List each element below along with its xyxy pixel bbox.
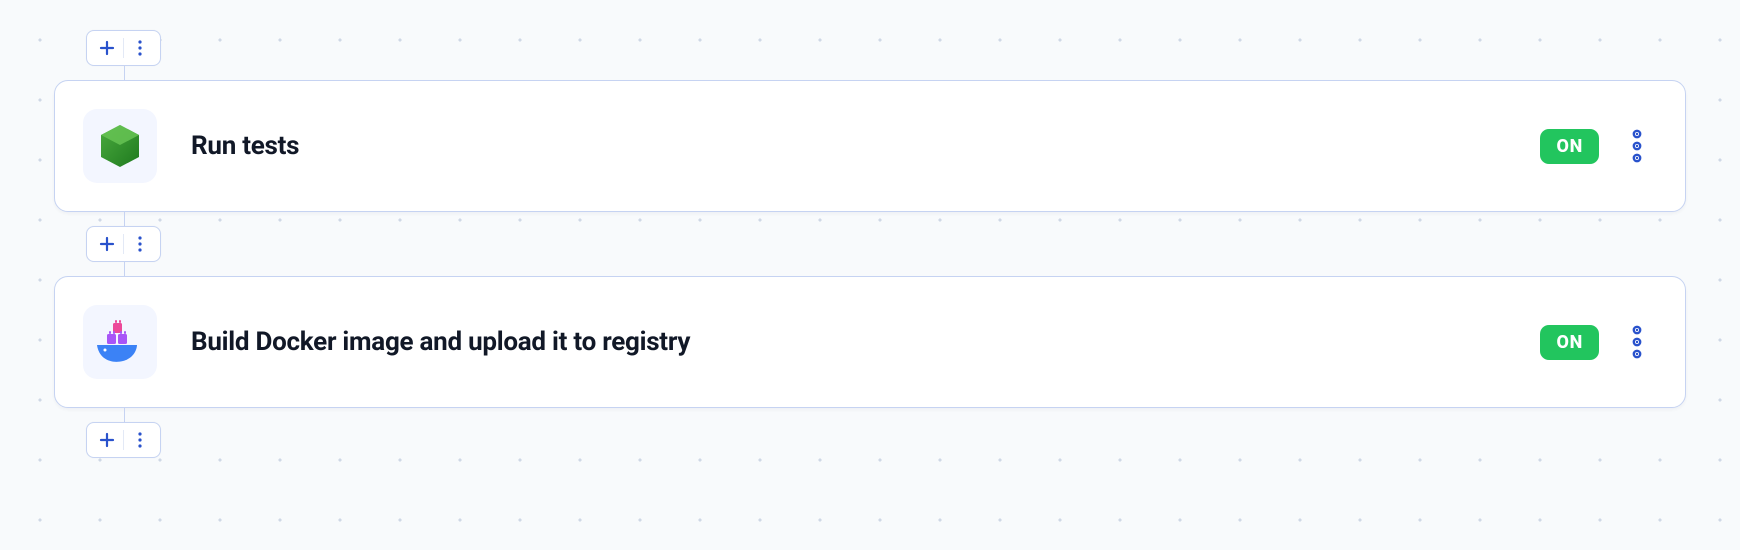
insert-step-middle <box>86 226 1686 262</box>
connector <box>124 408 1686 422</box>
button-divider <box>123 234 124 254</box>
connector <box>124 262 1686 276</box>
button-divider <box>123 38 124 58</box>
insert-step-button[interactable] <box>86 30 161 66</box>
step-icon-box <box>83 305 157 379</box>
hexagon-icon <box>99 123 141 169</box>
button-divider <box>123 430 124 450</box>
step-card[interactable]: Build Docker image and upload it to regi… <box>54 276 1686 408</box>
status-badge[interactable]: ON <box>1540 325 1599 360</box>
more-icon[interactable] <box>126 34 154 62</box>
plus-icon <box>93 426 121 454</box>
plus-icon <box>93 34 121 62</box>
step-actions: ON <box>1540 322 1651 362</box>
step-title: Build Docker image and upload it to regi… <box>191 327 1506 357</box>
insert-step-bottom <box>86 422 1686 458</box>
insert-step-top <box>86 30 1686 66</box>
connector <box>124 212 1686 226</box>
insert-step-button[interactable] <box>86 422 161 458</box>
insert-step-button[interactable] <box>86 226 161 262</box>
connector <box>124 66 1686 80</box>
status-badge[interactable]: ON <box>1540 129 1599 164</box>
step-actions: ON <box>1540 126 1651 166</box>
plus-icon <box>93 230 121 258</box>
step-icon-box <box>83 109 157 183</box>
step-menu-button[interactable] <box>1623 126 1651 166</box>
more-icon[interactable] <box>126 230 154 258</box>
docker-icon <box>93 317 147 367</box>
workflow-canvas: Run tests ON <box>54 30 1686 458</box>
step-menu-button[interactable] <box>1623 322 1651 362</box>
step-title: Run tests <box>191 131 1506 161</box>
step-card[interactable]: Run tests ON <box>54 80 1686 212</box>
more-icon[interactable] <box>126 426 154 454</box>
